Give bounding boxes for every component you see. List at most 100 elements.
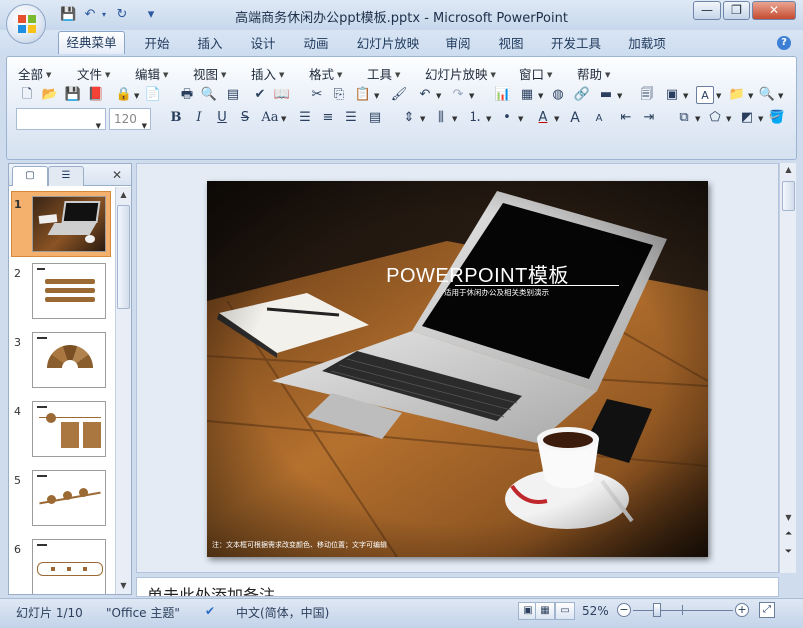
chevron-down-icon[interactable]: ▼: [469, 92, 474, 100]
chevron-down-icon[interactable]: ▼: [420, 115, 425, 123]
save-icon[interactable]: 💾: [64, 86, 82, 104]
font-size-combo[interactable]: 120 ▼: [109, 108, 151, 130]
grow-font-button[interactable]: A: [566, 109, 584, 127]
spelling-icon[interactable]: ✔: [251, 86, 269, 104]
slide-note-text[interactable]: 注：文本框可根据需求改变颜色、移动位置；文字可编辑: [212, 540, 387, 550]
previous-slide-icon[interactable]: ⏶: [782, 529, 795, 543]
scroll-thumb[interactable]: [117, 205, 130, 309]
scroll-thumb[interactable]: [782, 181, 795, 211]
chevron-down-icon[interactable]: ▼: [436, 92, 441, 100]
numbering-icon[interactable]: ⒈: [466, 109, 484, 127]
folder-icon[interactable]: 📁: [728, 86, 746, 104]
pdf-icon[interactable]: 📕: [87, 86, 105, 104]
close-button[interactable]: ✕: [752, 1, 796, 20]
zoom-slider-track[interactable]: [633, 610, 733, 611]
format-painter-icon[interactable]: 🖌: [390, 86, 408, 104]
arrange-icon[interactable]: ⧉: [675, 109, 693, 127]
chevron-down-icon[interactable]: ▼: [538, 92, 543, 100]
scroll-down-icon[interactable]: ▼: [117, 579, 130, 593]
chevron-down-icon[interactable]: ▼: [758, 115, 763, 123]
tab-animations[interactable]: 动画: [295, 33, 337, 56]
slide-2-thumbnail[interactable]: [32, 263, 106, 319]
tab-developer[interactable]: 开发工具: [543, 33, 609, 56]
chevron-down-icon[interactable]: ▼: [486, 115, 491, 123]
italic-button[interactable]: I: [190, 109, 208, 127]
smartart-icon[interactable]: ◍: [549, 86, 567, 104]
line-spacing-icon[interactable]: ⇕: [400, 109, 418, 127]
increase-indent-icon[interactable]: ⇥: [640, 109, 658, 127]
print-icon[interactable]: 🖶: [178, 86, 196, 104]
redo-icon[interactable]: ↷: [449, 86, 467, 104]
chevron-down-icon[interactable]: ▼: [748, 92, 753, 100]
chevron-down-icon[interactable]: ▼: [281, 115, 286, 123]
restore-button[interactable]: ❐: [723, 1, 750, 20]
scroll-up-icon[interactable]: ▲: [782, 165, 795, 179]
new-file-icon[interactable]: 🗋: [18, 86, 36, 104]
tab-classic-menu[interactable]: 经典菜单: [58, 31, 125, 54]
chevron-down-icon[interactable]: ▼: [695, 115, 700, 123]
slide-title[interactable]: POWERPOINT模板: [207, 259, 708, 288]
chevron-down-icon[interactable]: ▼: [518, 115, 523, 123]
tab-insert[interactable]: 插入: [189, 33, 231, 56]
research-icon[interactable]: 📖: [273, 86, 291, 104]
tab-review[interactable]: 审阅: [437, 33, 479, 56]
help-icon[interactable]: ?: [777, 36, 791, 50]
align-right-icon[interactable]: ☰: [342, 109, 360, 127]
slide-1-thumbnail[interactable]: [32, 196, 106, 252]
strikethrough-button[interactable]: S: [236, 109, 254, 127]
tab-addins[interactable]: 加载项: [620, 33, 674, 56]
insert-table-icon[interactable]: ▦: [518, 86, 536, 104]
justify-icon[interactable]: ▤: [366, 109, 384, 127]
zoom-slider-thumb[interactable]: [653, 603, 661, 617]
scroll-up-icon[interactable]: ▲: [117, 188, 130, 202]
decrease-indent-icon[interactable]: ⇤: [617, 109, 635, 127]
tab-design[interactable]: 设计: [242, 33, 284, 56]
chevron-down-icon[interactable]: ▼: [374, 92, 379, 100]
color-grayscale-icon[interactable]: ▬: [597, 86, 615, 104]
open-folder-icon[interactable]: 📂: [41, 86, 59, 104]
spellcheck-icon[interactable]: ✔: [205, 604, 215, 618]
textbox-icon[interactable]: A: [696, 86, 714, 104]
document-icon[interactable]: 📄: [144, 86, 162, 104]
slides-pane-scrollbar[interactable]: ▲ ▼: [115, 187, 131, 594]
fit-to-window-icon[interactable]: ⤢: [759, 602, 775, 618]
cut-icon[interactable]: ✂: [308, 86, 326, 104]
close-pane-icon[interactable]: ✕: [112, 168, 122, 182]
tab-slides[interactable]: ▢: [12, 166, 48, 186]
slide-3-thumbnail[interactable]: [32, 332, 106, 388]
chevron-down-icon[interactable]: ▼: [134, 92, 139, 100]
menu-all[interactable]: 全部 ▼: [18, 64, 51, 83]
slide-layout-icon[interactable]: ▤: [224, 86, 242, 104]
font-color-button[interactable]: A: [534, 109, 552, 127]
shrink-font-button[interactable]: A: [590, 110, 608, 128]
underline-button[interactable]: U: [213, 109, 231, 127]
chevron-down-icon[interactable]: ▼: [452, 115, 457, 123]
zoom-out-icon[interactable]: −: [617, 603, 631, 617]
quick-styles-icon[interactable]: ◩: [738, 109, 756, 127]
menu-edit[interactable]: 编辑 ▼: [135, 64, 168, 83]
chevron-down-icon[interactable]: ▼: [683, 92, 688, 100]
align-center-icon[interactable]: ≡: [319, 109, 337, 127]
slide-6-thumbnail[interactable]: [32, 539, 106, 594]
shapes-icon[interactable]: ⬠: [706, 109, 724, 127]
undo-icon[interactable]: ↶: [416, 86, 434, 104]
print-preview-icon[interactable]: 🔍: [200, 86, 218, 104]
menu-view[interactable]: 视图 ▼: [193, 64, 226, 83]
font-name-combo[interactable]: ▼: [16, 108, 106, 130]
slide-canvas[interactable]: POWERPOINT模板 适用于休闲办公及相关类别演示 注：文本框可根据需求改变…: [207, 181, 708, 557]
slide-subtitle[interactable]: 适用于休闲办公及相关类别演示: [207, 287, 708, 298]
bold-button[interactable]: B: [167, 109, 185, 127]
slide-4-thumbnail[interactable]: [32, 401, 106, 457]
zoom-in-icon[interactable]: +: [735, 603, 749, 617]
zoom-level[interactable]: 52%: [582, 604, 609, 618]
slide-5-thumbnail[interactable]: [32, 470, 106, 526]
bullets-icon[interactable]: •: [498, 109, 516, 127]
columns-icon[interactable]: ⫼: [432, 109, 450, 127]
shape-fill-icon[interactable]: 🪣: [768, 109, 786, 127]
menu-file[interactable]: 文件 ▼: [77, 64, 110, 83]
chevron-down-icon[interactable]: ▼: [554, 115, 559, 123]
chevron-down-icon[interactable]: ▼: [716, 92, 721, 100]
menu-help[interactable]: 帮助 ▼: [577, 64, 610, 83]
chevron-down-icon[interactable]: ▼: [726, 115, 731, 123]
language-indicator[interactable]: 中文(简体，中国): [236, 604, 329, 621]
